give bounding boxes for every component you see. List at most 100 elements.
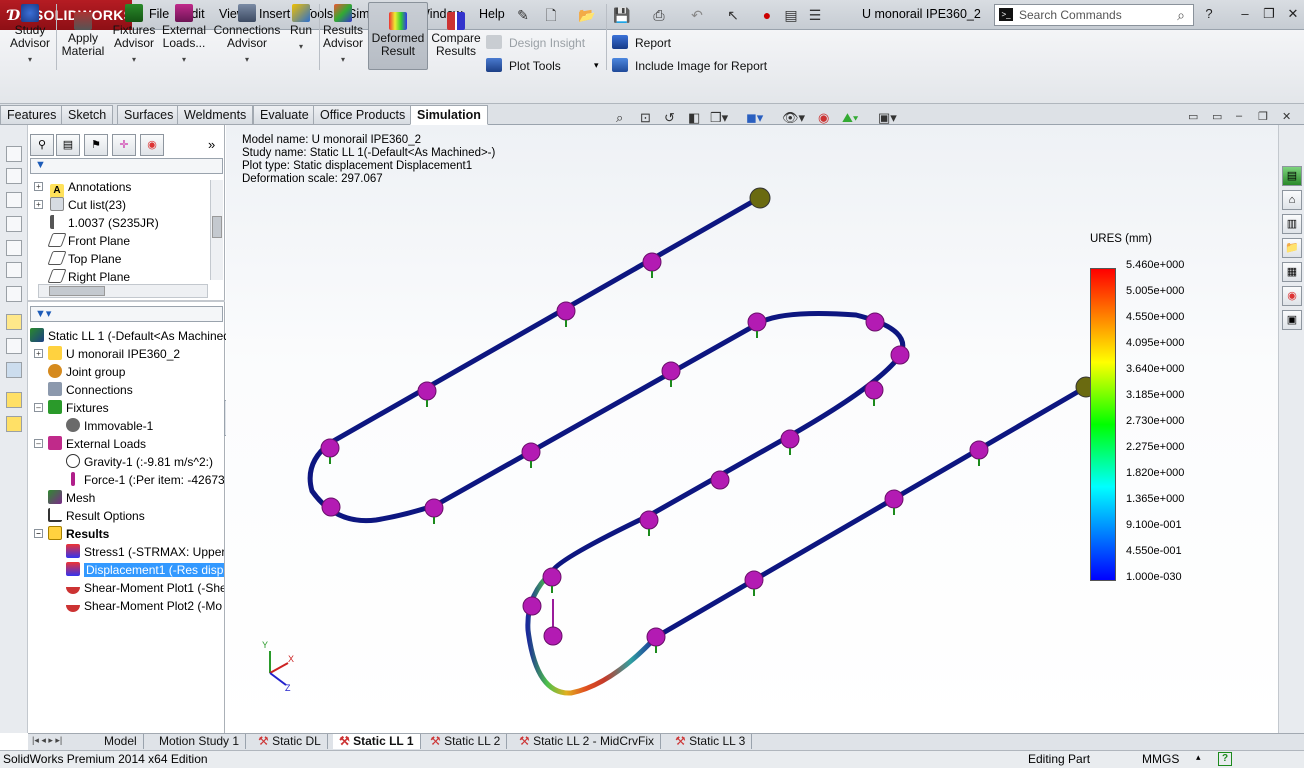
section-view-icon[interactable]: ◧ [688,110,700,126]
restore-button[interactable]: ❐ [1260,6,1278,22]
tree-item-annotations[interactable]: + A Annotations [34,178,131,198]
doc-restore-icon[interactable]: ❐ [1258,110,1268,123]
fixed-end-support-1[interactable] [749,187,771,209]
options-icon[interactable]: ☰ [806,6,824,24]
tab-static-ll-2-midcrvfix[interactable]: ⚒ Static LL 2 - MidCrvFix [513,734,662,749]
help-icon[interactable]: ? [1200,6,1218,22]
design-library-icon[interactable]: ▥ [1282,214,1302,234]
smart-dimension-icon[interactable] [6,338,22,354]
resources-icon[interactable]: ▤ [1282,166,1302,186]
tree-item-mesh[interactable]: Mesh [48,489,95,507]
doc-close-icon[interactable]: ✕ [1282,110,1291,123]
connections-advisor-button[interactable]: Connections Advisor ▾ [212,4,282,66]
tree-item-part[interactable]: + U monorail IPE360_2 [34,345,180,363]
revolve-icon[interactable] [6,216,22,232]
zoom-to-fit-icon[interactable]: ⌕ [616,110,623,126]
pin-icon[interactable]: ✎ [514,6,532,24]
tree-item-study[interactable]: Static LL 1 (-Default<As Machined [30,327,230,345]
tree-item-gravity[interactable]: Gravity-1 (:-9.81 m/s^2:) [66,453,213,471]
menu-help[interactable]: Help [479,7,505,21]
configuration-tab-icon[interactable]: ⚑ [84,134,108,156]
new-document-icon[interactable]: 🗋 [542,6,560,24]
tab-office-products[interactable]: Office Products [313,105,413,125]
tab-static-dl[interactable]: ⚒ Static DL [252,734,328,749]
tab-features[interactable]: Features [0,105,64,125]
tab-weldments[interactable]: Weldments [177,105,254,125]
tab-scroll-arrows-icon[interactable]: |◂ ◂ ▸ ▸| [32,735,62,746]
tree-item-shear-moment-1[interactable]: Shear-Moment Plot1 (-She [66,579,224,597]
dimxpert-tab-icon[interactable]: ✛ [112,134,136,156]
help-status-icon[interactable]: ? [1218,752,1232,766]
search-icon[interactable]: ⌕ [1177,5,1185,25]
tab-model[interactable]: Model [98,734,144,749]
print-icon[interactable]: ⎙ [650,6,668,24]
tab-static-ll-3[interactable]: ⚒ Static LL 3 [669,734,753,749]
expand-panel-icon[interactable]: » [208,137,215,152]
plot-tools-button[interactable]: Plot Tools [509,59,561,73]
display-manager-tab-icon[interactable]: ◉ [140,134,164,156]
compare-results-button[interactable]: Compare Results [431,12,481,58]
simulation-tree-filter[interactable]: ▼▾ [30,306,223,322]
loft-icon[interactable] [6,262,22,278]
view-palette-icon[interactable]: ▦ [1282,262,1302,282]
tab-simulation[interactable]: Simulation [410,105,488,125]
tree-item-joint-group[interactable]: Joint group [48,363,125,381]
study-advisor-button[interactable]: Study Advisor ▾ [8,4,52,66]
appearances-icon[interactable]: ◉ [1282,286,1302,306]
results-advisor-button[interactable]: Results Advisor ▾ [321,4,365,66]
status-units[interactable]: MMGS [1142,752,1179,766]
tree-item-result-options[interactable]: Result Options [48,507,145,525]
feature-tool-icon[interactable] [6,168,22,184]
zoom-area-icon[interactable]: ⊡ [640,110,651,126]
tree-item-cut-list[interactable]: + Cut list(23) [34,196,126,214]
legend-color-bar[interactable] [1090,268,1116,581]
external-loads-button[interactable]: External Loads... ▾ [160,4,208,66]
tab-static-ll-2[interactable]: ⚒ Static LL 2 [424,734,508,749]
supports[interactable] [320,252,989,647]
extrude-icon[interactable] [6,192,22,208]
tree-item-results[interactable]: – Results [34,525,109,543]
minimize-button[interactable]: – [1236,6,1254,22]
tree-item-external-loads[interactable]: – External Loads [34,435,146,453]
tree-item-front-plane[interactable]: Front Plane [47,232,130,250]
tree-item-top-plane[interactable]: Top Plane [47,250,121,268]
save-icon[interactable]: 💾 [613,6,631,24]
tree-item-stress[interactable]: Stress1 (-STRMAX: Upper b [66,543,224,561]
tree-item-shear-moment-2[interactable]: Shear-Moment Plot2 (-Mo [66,597,224,615]
tree-item-fixtures[interactable]: – Fixtures [34,399,109,417]
open-folder-icon[interactable]: 📂 [578,6,596,24]
undo-icon[interactable]: ↶ [688,6,706,24]
viewport-icon[interactable]: ▭ [1188,110,1198,123]
search-input[interactable]: >_ Search Commands ⌕ [994,4,1194,26]
custom-properties-icon[interactable]: ▣ [1282,310,1302,330]
design-insight-button[interactable]: Design Insight [509,36,585,50]
rebuild-traffic-light-icon[interactable]: ● [758,6,776,24]
display-style-icon[interactable]: ◼▾ [746,110,763,126]
close-button[interactable]: ✕ [1284,6,1302,22]
panel-splitter[interactable] [28,300,225,302]
previous-view-icon[interactable]: ↺ [664,110,675,126]
hide-show-items-icon[interactable]: 👁▾ [782,110,805,126]
doc-minimize-icon[interactable]: – [1236,110,1242,122]
edit-sketch-icon[interactable] [6,314,22,330]
view-orientation-icon[interactable]: ❒▾ [710,110,728,126]
tab-static-ll-1[interactable]: ⚒ Static LL 1 [333,734,421,749]
home-icon[interactable]: ⌂ [1282,190,1302,210]
model-viewport[interactable] [226,125,1278,733]
tree-item-displacement[interactable]: Displacement1 (-Res disp [66,561,224,579]
plot-tools-dropdown-icon[interactable]: ▾ [594,60,599,71]
units-dropdown-icon[interactable]: ▴ [1196,752,1201,763]
tree-item-immovable[interactable]: Immovable-1 [66,417,153,435]
report-button[interactable]: Report [635,36,671,50]
fillet-icon[interactable] [6,286,22,302]
tile-icon[interactable]: ▭ [1212,110,1222,123]
view-settings-icon[interactable]: ▣▾ [878,110,897,126]
tree-filter[interactable]: ▼ [30,158,223,174]
fixtures-advisor-button[interactable]: Fixtures Advisor ▾ [110,4,158,66]
tree-vertical-scrollbar[interactable] [210,180,223,280]
property-manager-tab-icon[interactable]: ▤ [56,134,80,156]
run-button[interactable]: Run ▾ [286,4,316,53]
relations-icon[interactable] [6,362,22,378]
file-properties-icon[interactable]: ▤ [782,6,800,24]
tab-surfaces[interactable]: Surfaces [117,105,181,125]
